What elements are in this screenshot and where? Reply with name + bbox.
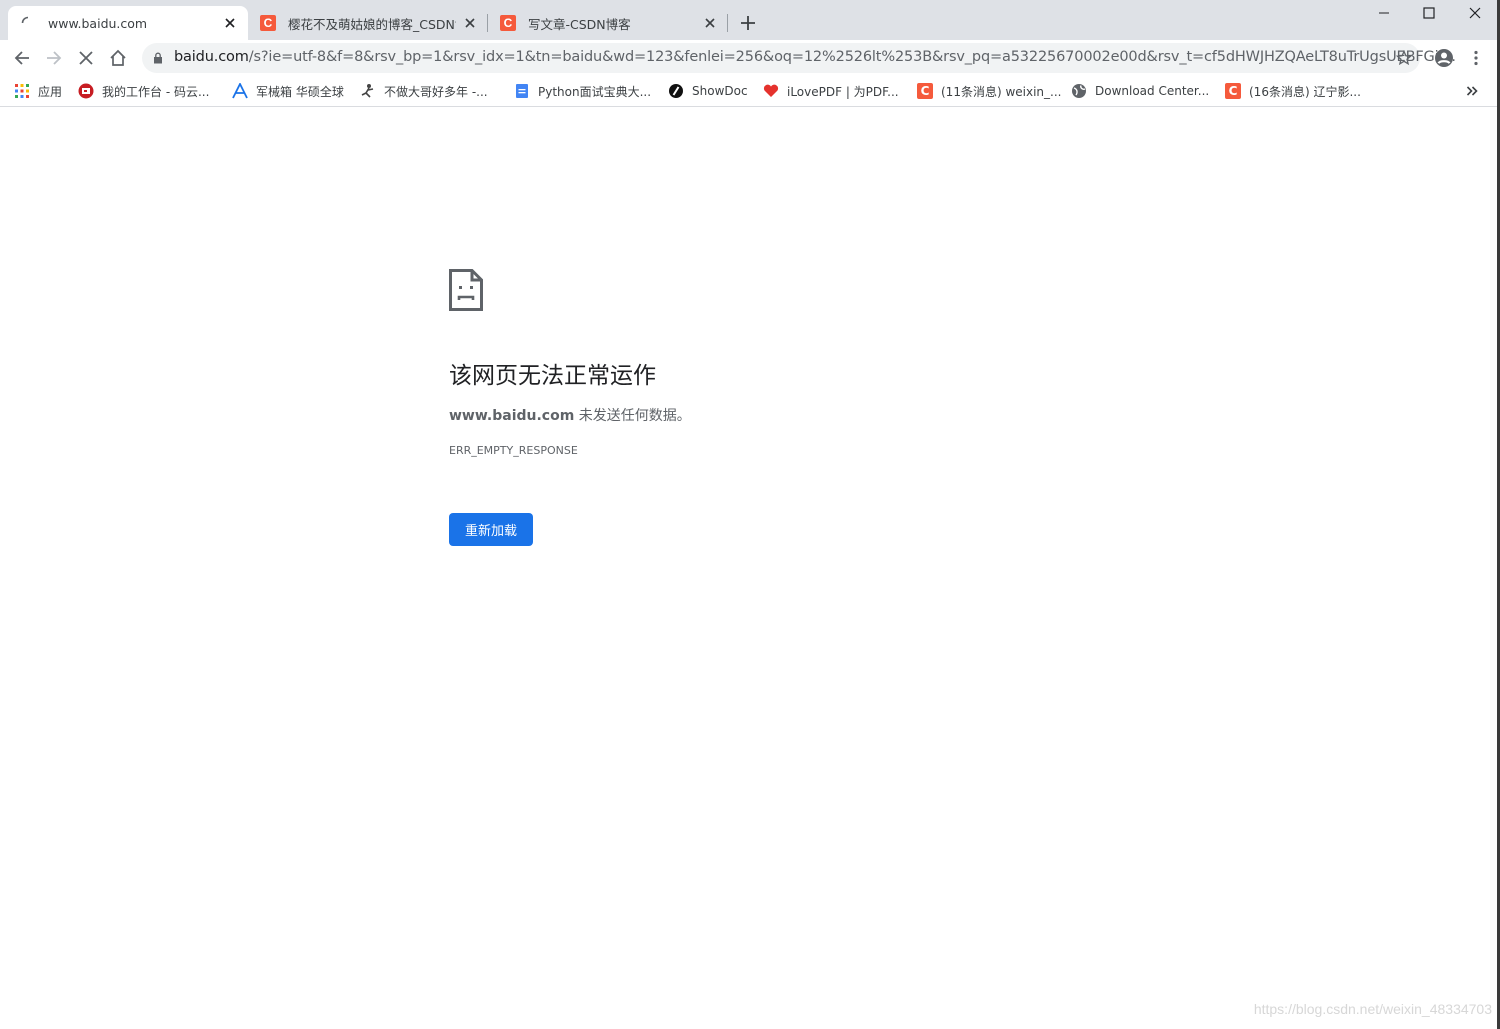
jump-icon [360, 83, 376, 99]
doc-icon [514, 83, 530, 99]
gitee-icon [78, 83, 94, 99]
showdoc-icon [668, 83, 684, 99]
tab-baidu[interactable]: www.baidu.com [8, 6, 248, 40]
bookmark-gitee[interactable]: 我的工作台 - 码云... [78, 81, 209, 101]
stop-icon [79, 51, 93, 65]
tab-title: 写文章-CSDN博客 [528, 16, 631, 32]
watermark: https://blog.csdn.net/weixin_48334703 [1253, 1001, 1492, 1017]
lock-icon [154, 52, 162, 64]
bookmark-asus[interactable]: 军械箱 华硕全球 [232, 81, 344, 101]
tab-strip: www.baidu.com C 樱花不及萌姑娘的博客_CSDN博 C 写文章-C… [0, 0, 1500, 40]
csdn-icon: C [260, 15, 276, 31]
close-tab-icon[interactable] [222, 15, 238, 31]
tab-title: www.baidu.com [48, 15, 148, 31]
bookmark-showdoc[interactable]: ShowDoc [668, 81, 748, 101]
tab-title: 樱花不及萌姑娘的博客_CSDN博 [288, 16, 456, 32]
profile-button[interactable] [1430, 44, 1458, 72]
tab-separator [727, 14, 728, 32]
forward-button[interactable] [40, 44, 68, 72]
maximize-button[interactable] [1406, 0, 1452, 26]
bookmark-ilovepdf[interactable]: iLovePDF | 为PDF... [763, 81, 899, 101]
url-text: baidu.com/s?ie=utf-8&f=8&rsv_bp=1&rsv_id… [174, 49, 1456, 65]
close-tab-icon[interactable] [462, 15, 478, 31]
minimize-icon [1379, 12, 1389, 14]
bookmark-label: ShowDoc [692, 84, 748, 98]
stop-button[interactable] [72, 44, 100, 72]
bookmark-label: Download Center... [1095, 84, 1210, 98]
browser-toolbar: baidu.com/s?ie=utf-8&f=8&rsv_bp=1&rsv_id… [0, 40, 1500, 76]
address-bar[interactable]: baidu.com/s?ie=utf-8&f=8&rsv_bp=1&rsv_id… [142, 43, 1456, 73]
bookmark-label: (11条消息) weixin_... [941, 84, 1062, 99]
reload-button[interactable]: 重新加载 [449, 513, 533, 546]
bookmarks-bar: 应用 我的工作台 - 码云... 军械箱 华硕全球 不做大哥好多年 -... P… [0, 76, 1500, 107]
tab-write-article[interactable]: C 写文章-CSDN博客 [488, 6, 728, 40]
new-tab-button[interactable] [736, 11, 760, 35]
globe-icon [1071, 83, 1087, 99]
heart-icon [763, 83, 779, 99]
bookmark-label: 军械箱 华硕全球 [256, 84, 344, 99]
bookmark-label: Python面试宝典大... [538, 84, 652, 99]
error-message: 未发送任何数据。 [574, 408, 691, 424]
home-icon [110, 49, 126, 66]
back-button[interactable] [8, 44, 36, 72]
bookmark-star-icon[interactable] [1396, 50, 1412, 66]
bookmark-label: (16条消息) 辽宁影... [1249, 84, 1361, 99]
url-path: /s?ie=utf-8&f=8&rsv_bp=1&rsv_idx=1&tn=ba… [248, 49, 1456, 65]
apps-grid-icon [14, 83, 30, 99]
page-content: 该网页无法正常运作 www.baidu.com 未发送任何数据。 ERR_EMP… [0, 107, 1500, 1029]
tab-csdn-blog[interactable]: C 樱花不及萌姑娘的博客_CSDN博 [248, 6, 488, 40]
bookmark-apps[interactable]: 应用 [14, 81, 62, 101]
csdn-icon: C [500, 15, 516, 31]
back-arrow-icon [14, 51, 29, 65]
bookmark-label: 不做大哥好多年 -... [384, 84, 488, 99]
bookmark-blog[interactable]: 不做大哥好多年 -... [360, 81, 488, 101]
bookmark-csdn-16[interactable]: C (16条消息) 辽宁影... [1225, 81, 1361, 101]
bookmark-label: 我的工作台 - 码云... [102, 84, 210, 99]
profile-avatar-icon [1435, 49, 1453, 67]
home-button[interactable] [104, 44, 132, 72]
bookmark-label: iLovePDF | 为PDF... [787, 84, 899, 99]
close-icon [1469, 7, 1481, 19]
csdn-icon: C [917, 83, 933, 99]
url-host: baidu.com [174, 49, 249, 65]
sad-page-icon [449, 269, 483, 316]
bookmark-python[interactable]: Python面试宝典大... [514, 81, 651, 101]
csdn-icon: C [1225, 83, 1241, 99]
more-vert-icon [1474, 50, 1478, 66]
asus-icon [232, 83, 248, 99]
close-window-button[interactable] [1452, 0, 1498, 26]
more-bookmarks-button[interactable] [1466, 81, 1478, 101]
menu-button[interactable] [1462, 44, 1490, 72]
error-host: www.baidu.com [449, 408, 575, 424]
close-tab-icon[interactable] [702, 15, 718, 31]
bookmark-label: 应用 [38, 84, 63, 99]
error-code: ERR_EMPTY_RESPONSE [449, 444, 578, 457]
forward-arrow-icon [47, 51, 62, 65]
plus-icon [741, 16, 755, 30]
maximize-icon [1423, 7, 1435, 19]
error-description: www.baidu.com 未发送任何数据。 [449, 405, 691, 425]
minimize-button[interactable] [1361, 0, 1407, 26]
error-title: 该网页无法正常运作 [449, 363, 656, 389]
bookmark-csdn-11[interactable]: C (11条消息) weixin_... [917, 81, 1061, 101]
loading-spinner-icon [20, 15, 36, 31]
double-chevron-right-icon [1466, 86, 1478, 96]
bookmark-download-center[interactable]: Download Center... [1071, 81, 1209, 101]
